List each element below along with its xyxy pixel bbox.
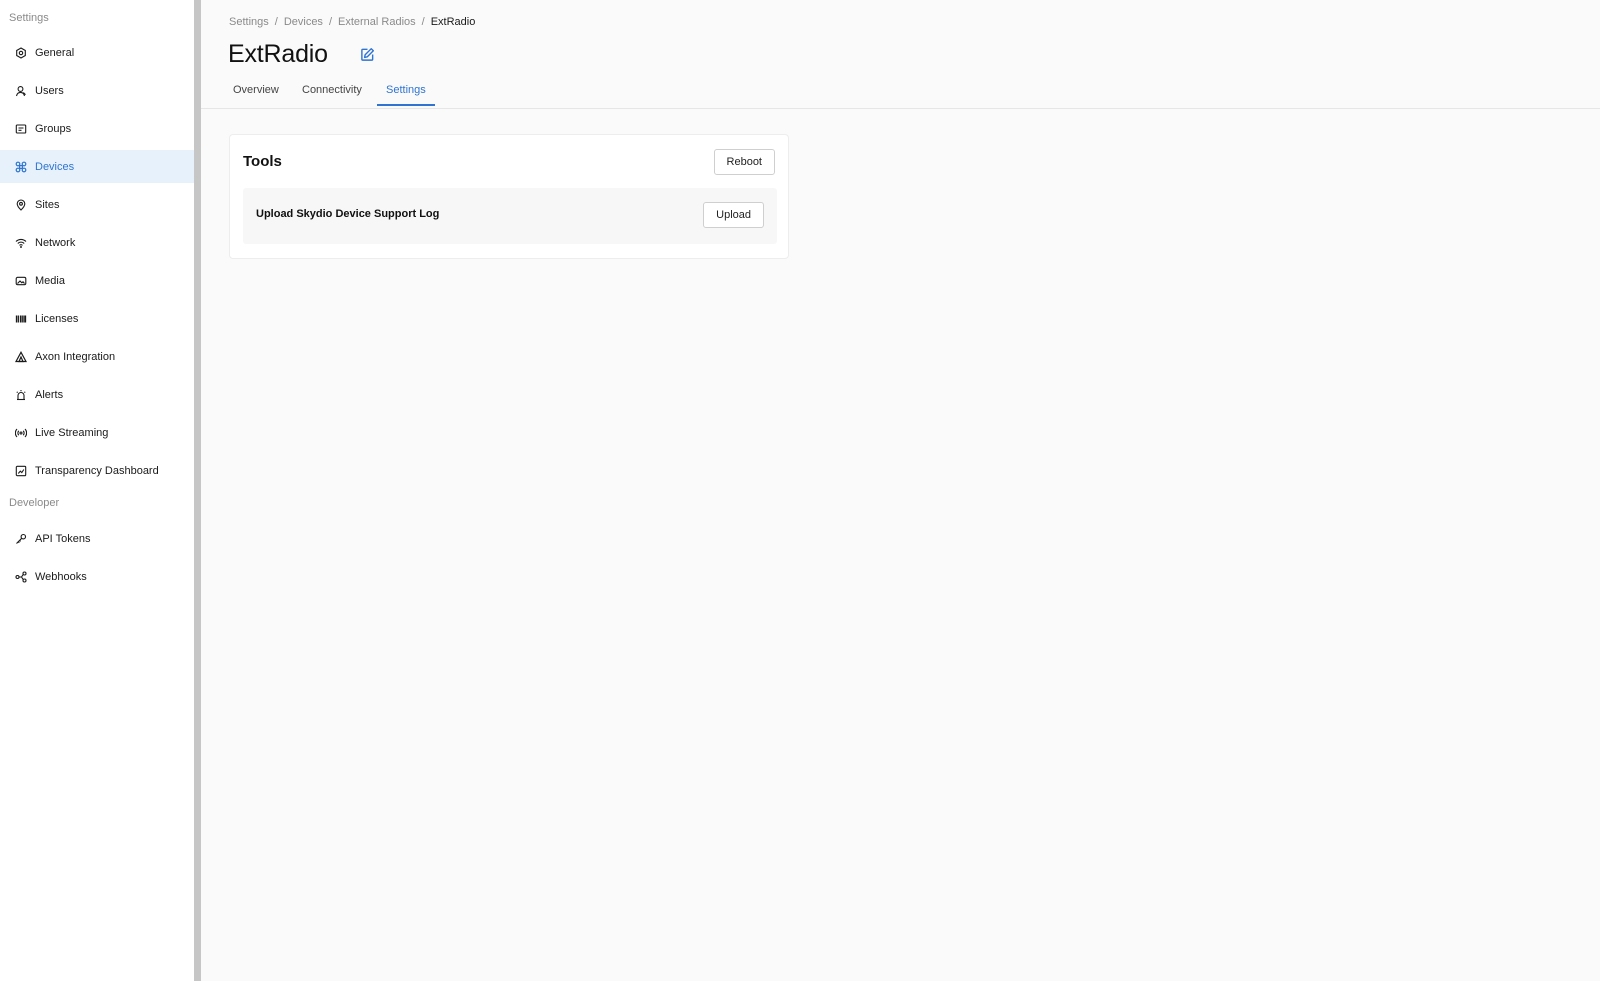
upload-button[interactable]: Upload bbox=[703, 202, 764, 228]
breadcrumb: Settings / Devices / External Radios / E… bbox=[229, 16, 475, 28]
sidebar-item-label: API Tokens bbox=[35, 532, 91, 545]
edit-name-button[interactable] bbox=[359, 46, 377, 64]
tab-overview[interactable]: Overview bbox=[233, 84, 279, 104]
siren-icon bbox=[14, 388, 27, 401]
gear-icon bbox=[14, 46, 27, 59]
tools-card: Tools Reboot Upload Skydio Device Suppor… bbox=[229, 134, 789, 259]
edit-icon bbox=[361, 47, 375, 61]
sidebar-item-devices[interactable]: Devices bbox=[0, 150, 194, 183]
sidebar-item-general[interactable]: General bbox=[0, 36, 194, 69]
drone-icon bbox=[14, 160, 27, 173]
page-title: ExtRadio bbox=[228, 40, 328, 68]
barcode-icon bbox=[14, 312, 27, 325]
groups-icon bbox=[14, 122, 27, 135]
sidebar-section-developer: Developer bbox=[9, 497, 60, 509]
sidebar-item-groups[interactable]: Groups bbox=[0, 112, 194, 145]
sidebar-item-alerts[interactable]: Alerts bbox=[0, 378, 194, 411]
breadcrumb-separator: / bbox=[274, 16, 278, 28]
webhook-icon bbox=[14, 570, 27, 583]
breadcrumb-current: ExtRadio bbox=[430, 16, 476, 28]
sidebar-item-label: Users bbox=[35, 84, 64, 97]
sidebar-item-live-streaming[interactable]: Live Streaming bbox=[0, 416, 194, 449]
breadcrumb-separator: / bbox=[421, 16, 425, 28]
sidebar: Settings General Users Groups Devices Si… bbox=[0, 0, 194, 981]
breadcrumb-external-radios[interactable]: External Radios bbox=[338, 16, 416, 28]
sidebar-item-network[interactable]: Network bbox=[0, 226, 194, 259]
tab-connectivity[interactable]: Connectivity bbox=[302, 84, 362, 104]
media-icon bbox=[14, 274, 27, 287]
sidebar-item-label: Sites bbox=[35, 198, 60, 211]
breadcrumb-devices[interactable]: Devices bbox=[284, 16, 323, 28]
sidebar-item-label: Webhooks bbox=[35, 570, 87, 583]
sidebar-item-axon-integration[interactable]: Axon Integration bbox=[0, 340, 194, 373]
sidebar-item-transparency-dashboard[interactable]: Transparency Dashboard bbox=[0, 454, 194, 487]
axon-triangle-icon bbox=[14, 350, 27, 363]
sidebar-item-label: Network bbox=[35, 236, 76, 249]
sidebar-section-settings: Settings bbox=[9, 12, 49, 24]
sidebar-item-label: Devices bbox=[35, 160, 75, 173]
sidebar-item-webhooks[interactable]: Webhooks bbox=[0, 560, 194, 593]
sidebar-resize-handle[interactable] bbox=[194, 0, 201, 981]
sidebar-item-label: Axon Integration bbox=[35, 350, 116, 363]
breadcrumb-settings[interactable]: Settings bbox=[229, 16, 269, 28]
sidebar-item-label: Live Streaming bbox=[35, 426, 109, 439]
sidebar-item-media[interactable]: Media bbox=[0, 264, 194, 297]
breadcrumb-separator: / bbox=[328, 16, 332, 28]
wifi-icon bbox=[14, 236, 27, 249]
sidebar-item-licenses[interactable]: Licenses bbox=[0, 302, 194, 335]
location-pin-icon bbox=[14, 198, 27, 211]
sidebar-item-sites[interactable]: Sites bbox=[0, 188, 194, 221]
sidebar-item-users[interactable]: Users bbox=[0, 74, 194, 107]
tool-row-label: Upload Skydio Device Support Log bbox=[256, 208, 440, 220]
sidebar-item-label: Alerts bbox=[35, 388, 64, 401]
broadcast-icon bbox=[14, 426, 27, 439]
user-icon bbox=[14, 84, 27, 97]
tools-card-title: Tools bbox=[243, 153, 282, 170]
page-header: ExtRadio bbox=[228, 40, 377, 69]
main-content: Settings / Devices / External Radios / E… bbox=[201, 0, 1600, 981]
sidebar-item-label: General bbox=[35, 46, 75, 59]
sidebar-item-label: Groups bbox=[35, 122, 72, 135]
tool-row-upload-support-log: Upload Skydio Device Support Log Upload bbox=[243, 188, 777, 244]
reboot-button[interactable]: Reboot bbox=[713, 149, 775, 175]
dashboard-icon bbox=[14, 464, 27, 477]
tab-bar: Overview Connectivity Settings bbox=[201, 80, 1600, 109]
sidebar-item-label: Media bbox=[35, 274, 65, 287]
tab-settings[interactable]: Settings bbox=[377, 84, 435, 106]
sidebar-item-label: Licenses bbox=[35, 312, 79, 325]
sidebar-item-api-tokens[interactable]: API Tokens bbox=[0, 522, 194, 555]
key-icon bbox=[14, 532, 27, 545]
sidebar-item-label: Transparency Dashboard bbox=[35, 464, 159, 477]
